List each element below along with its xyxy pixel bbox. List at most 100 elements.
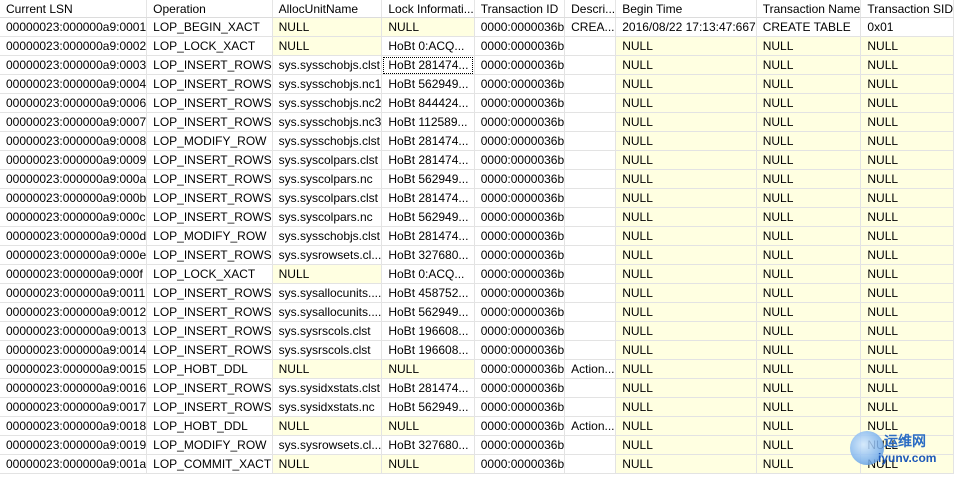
table-cell[interactable] xyxy=(564,36,617,56)
table-cell[interactable]: NULL xyxy=(860,435,954,455)
table-cell[interactable]: HoBt 562949... xyxy=(381,397,475,417)
table-cell[interactable]: LOP_HOBT_DDL xyxy=(146,416,273,436)
table-cell[interactable]: NULL xyxy=(615,416,757,436)
table-cell[interactable]: NULL xyxy=(615,302,757,322)
table-cell[interactable]: NULL xyxy=(381,17,475,37)
table-cell[interactable]: 00000023:000000a9:0019 xyxy=(0,435,148,455)
table-cell[interactable] xyxy=(564,283,617,303)
table-cell[interactable]: NULL xyxy=(756,150,862,170)
table-cell[interactable]: HoBt 844424... xyxy=(381,93,475,113)
table-cell[interactable]: 0000:0000036b xyxy=(474,435,566,455)
table-cell[interactable]: NULL xyxy=(756,454,862,474)
table-cell[interactable]: HoBt 562949... xyxy=(381,302,475,322)
table-row[interactable]: 00000023:000000a9:000d LOP_MODIFY_ROW sys.… xyxy=(0,226,954,246)
table-cell[interactable]: sys.syscolpars.nc xyxy=(272,169,383,189)
table-cell[interactable] xyxy=(564,188,617,208)
table-cell[interactable]: 0000:0000036b xyxy=(474,169,566,189)
table-row[interactable]: 00000023:000000a9:0009 LOP_INSERT_ROWS sys… xyxy=(0,150,954,170)
table-cell[interactable]: 00000023:000000a9:0006 xyxy=(0,93,148,113)
table-cell[interactable]: LOP_INSERT_ROWS xyxy=(146,150,273,170)
table-cell[interactable]: NULL xyxy=(615,454,757,474)
table-cell[interactable]: 0000:0000036b xyxy=(474,302,566,322)
table-cell[interactable]: LOP_INSERT_ROWS xyxy=(146,112,273,132)
table-cell[interactable] xyxy=(564,226,617,246)
table-cell[interactable]: NULL xyxy=(860,74,954,94)
table-cell[interactable]: NULL xyxy=(860,131,954,151)
table-cell[interactable]: NULL xyxy=(860,55,954,75)
table-cell[interactable] xyxy=(564,131,617,151)
table-cell[interactable]: NULL xyxy=(272,416,383,436)
table-cell[interactable]: NULL xyxy=(272,359,383,379)
table-cell[interactable]: NULL xyxy=(381,416,475,436)
table-cell[interactable]: 00000023:000000a9:0012 xyxy=(0,302,148,322)
table-cell[interactable]: HoBt 562949... xyxy=(381,74,475,94)
column-header[interactable]: Descri... xyxy=(564,0,617,18)
table-cell[interactable]: Action... xyxy=(564,359,617,379)
table-cell[interactable]: NULL xyxy=(860,340,954,360)
table-cell[interactable]: sys.sysschobjs.nc1 xyxy=(272,74,383,94)
table-cell[interactable]: 0000:0000036b xyxy=(474,245,566,265)
table-cell[interactable]: 00000023:000000a9:000b xyxy=(0,188,148,208)
column-header[interactable]: Transaction ID xyxy=(474,0,566,18)
table-cell[interactable]: sys.sysallocunits.... xyxy=(272,283,383,303)
table-cell[interactable]: 00000023:000000a9:0015 xyxy=(0,359,148,379)
table-cell[interactable]: HoBt 327680... xyxy=(381,245,475,265)
table-cell[interactable]: 00000023:000000a9:0013 xyxy=(0,321,148,341)
table-row[interactable]: 00000023:000000a9:0019 LOP_MODIFY_ROW sys.… xyxy=(0,435,954,455)
table-cell[interactable]: 0000:0000036b xyxy=(474,188,566,208)
table-row[interactable]: 00000023:000000a9:000e LOP_INSERT_ROWS sys… xyxy=(0,245,954,265)
table-cell[interactable]: HoBt 562949... xyxy=(381,169,475,189)
table-cell[interactable] xyxy=(564,207,617,227)
table-cell[interactable]: NULL xyxy=(860,188,954,208)
column-header[interactable]: Begin Time xyxy=(615,0,757,18)
table-cell[interactable] xyxy=(564,169,617,189)
table-cell[interactable]: 0000:0000036b xyxy=(474,264,566,284)
column-header[interactable]: Transaction SID xyxy=(860,0,954,18)
table-cell[interactable]: LOP_INSERT_ROWS xyxy=(146,340,273,360)
table-cell[interactable]: NULL xyxy=(860,36,954,56)
table-cell[interactable]: sys.sysschobjs.nc2 xyxy=(272,93,383,113)
table-cell[interactable] xyxy=(564,112,617,132)
table-cell[interactable]: LOP_MODIFY_ROW xyxy=(146,131,273,151)
table-cell[interactable]: NULL xyxy=(756,302,862,322)
table-row[interactable]: 00000023:000000a9:0015 LOP_HOBT_DDL NULL NU… xyxy=(0,359,954,379)
table-cell[interactable]: HoBt 0:ACQ... xyxy=(381,264,475,284)
table-cell[interactable]: sys.syscolpars.clst xyxy=(272,150,383,170)
table-cell[interactable]: 0000:0000036b xyxy=(474,226,566,246)
table-cell[interactable]: NULL xyxy=(615,264,757,284)
table-cell[interactable]: NULL xyxy=(860,302,954,322)
table-cell[interactable]: 0000:0000036b xyxy=(474,207,566,227)
table-cell[interactable]: LOP_INSERT_ROWS xyxy=(146,169,273,189)
table-cell[interactable]: 2016/08/22 17:13:47:667 xyxy=(615,17,757,37)
table-cell[interactable]: NULL xyxy=(860,264,954,284)
table-cell[interactable]: HoBt 281474... xyxy=(381,150,475,170)
table-cell[interactable]: 00000023:000000a9:0001 xyxy=(0,17,148,37)
table-cell[interactable]: LOP_MODIFY_ROW xyxy=(146,435,273,455)
column-header[interactable]: AllocUnitName xyxy=(272,0,383,18)
table-cell[interactable]: NULL xyxy=(615,245,757,265)
table-cell[interactable]: NULL xyxy=(756,131,862,151)
table-cell[interactable]: NULL xyxy=(756,245,862,265)
table-cell[interactable]: NULL xyxy=(860,359,954,379)
table-cell[interactable]: NULL xyxy=(381,359,475,379)
table-cell[interactable] xyxy=(564,435,617,455)
table-cell[interactable]: NULL xyxy=(615,93,757,113)
results-grid[interactable]: Current LSN Operation AllocUnitName Lock In… xyxy=(0,0,954,474)
table-row[interactable]: 00000023:000000a9:0007 LOP_INSERT_ROWS sys… xyxy=(0,112,954,132)
table-cell[interactable]: NULL xyxy=(615,131,757,151)
table-cell[interactable]: NULL xyxy=(860,169,954,189)
table-cell[interactable]: NULL xyxy=(756,359,862,379)
table-cell[interactable]: 0000:0000036b xyxy=(474,454,566,474)
table-cell[interactable]: LOP_LOCK_XACT xyxy=(146,36,273,56)
table-cell[interactable]: NULL xyxy=(756,207,862,227)
table-cell[interactable]: HoBt 562949... xyxy=(381,207,475,227)
table-cell[interactable]: HoBt 281474... xyxy=(381,55,475,75)
table-cell[interactable]: NULL xyxy=(615,188,757,208)
table-cell[interactable]: LOP_INSERT_ROWS xyxy=(146,188,273,208)
table-cell[interactable]: 00000023:000000a9:0014 xyxy=(0,340,148,360)
table-row[interactable]: 00000023:000000a9:000b LOP_INSERT_ROWS sys… xyxy=(0,188,954,208)
table-cell[interactable]: 0000:0000036b xyxy=(474,321,566,341)
table-cell[interactable] xyxy=(564,93,617,113)
table-cell[interactable]: HoBt 112589... xyxy=(381,112,475,132)
table-cell[interactable]: NULL xyxy=(756,112,862,132)
